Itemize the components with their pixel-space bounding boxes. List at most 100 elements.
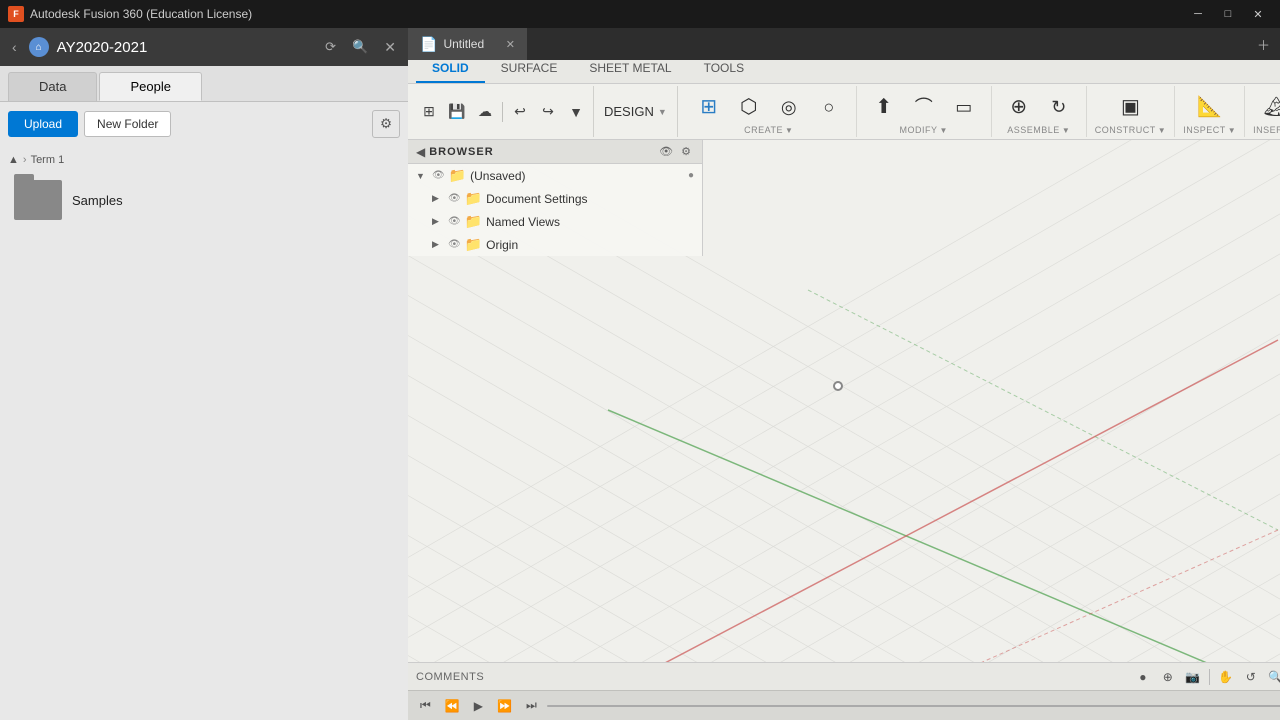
revolve-button[interactable]: ◎ [770, 95, 808, 119]
back-button[interactable]: ‹ [8, 37, 21, 57]
browser-document-item[interactable]: ▼ 👁 📁 (Unsaved) ● [408, 164, 702, 187]
action-row: Upload New Folder ⚙ [0, 102, 408, 146]
insert-label[interactable]: INSERT ▼ [1253, 125, 1280, 135]
motion-button[interactable]: ↻ [1040, 95, 1078, 119]
modify-label[interactable]: MODIFY ▼ [900, 125, 948, 135]
breadcrumb-current[interactable]: Term 1 [31, 154, 65, 166]
browser-collapse-button[interactable]: ◀ [416, 145, 425, 159]
fillet-button[interactable]: ⌒ [905, 95, 943, 119]
revolve-icon: ◎ [781, 98, 797, 116]
new-component-button[interactable]: ⊞ [690, 94, 728, 120]
document-tab[interactable]: 📄 Untitled ✕ [408, 28, 528, 60]
camera-move-button[interactable]: ⊕ [1157, 666, 1179, 688]
construct-group: ▣ CONSTRUCT ▼ [1087, 86, 1175, 137]
origin-expand[interactable]: ▶ [432, 239, 444, 250]
toolbar-tabs: SOLID SURFACE SHEET METAL TOOLS [408, 60, 1280, 84]
document-record-button[interactable]: ● [688, 170, 694, 181]
press-pull-icon: ⬆ [875, 97, 892, 117]
assemble-label[interactable]: ASSEMBLE ▼ [1007, 125, 1070, 135]
save-button[interactable]: 💾 [444, 99, 470, 125]
doc-settings-expand[interactable]: ▶ [432, 193, 444, 204]
create-label[interactable]: CREATE ▼ [744, 125, 793, 135]
project-name: AY2020-2021 [57, 39, 314, 56]
toolbar-main: ⊞ 💾 ☁ ↩ ↪ ▼ DESIGN ▼ ⊞ ⬡ [408, 84, 1280, 140]
create-buttons: ⊞ ⬡ ◎ ○ [690, 88, 848, 125]
doc-settings-visibility[interactable]: 👁 [448, 193, 461, 204]
timeline-first-button[interactable]: ⏮ [416, 696, 435, 715]
tab-sheet-metal[interactable]: SHEET METAL [573, 57, 687, 83]
tab-people[interactable]: People [99, 72, 201, 101]
timeline-play-button[interactable]: ▶ [470, 697, 487, 715]
search-button[interactable]: 🔍 [348, 37, 372, 57]
cloud-save-button[interactable]: ☁ [472, 99, 498, 125]
timeline-slider[interactable] [547, 705, 1280, 707]
document-name: (Unsaved) [470, 169, 684, 183]
named-views-expand[interactable]: ▶ [432, 216, 444, 227]
redo-button[interactable]: ↪ [535, 99, 561, 125]
close-panel-button[interactable]: ✕ [380, 37, 400, 58]
app-title: Autodesk Fusion 360 (Education License) [30, 7, 252, 21]
joint-button[interactable]: ⊕ [1000, 94, 1038, 120]
close-button[interactable]: ✕ [1244, 4, 1272, 24]
undo-button[interactable]: ↩ [507, 99, 533, 125]
folder-samples[interactable]: Samples [8, 174, 400, 226]
measure-button[interactable]: 📐 [1191, 94, 1229, 120]
separator1 [1209, 669, 1210, 685]
minimize-button[interactable]: ─ [1184, 4, 1212, 24]
timeline-prev-button[interactable]: ⏪ [441, 697, 464, 715]
construct-plane-button[interactable]: ▣ [1111, 94, 1149, 120]
expand-icon[interactable]: ▼ [416, 171, 428, 181]
viewport[interactable]: ◀ BROWSER 👁 ⚙ ▼ 👁 📁 (Unsaved) ● [408, 140, 1280, 662]
construct-buttons: ▣ [1111, 88, 1149, 125]
insert-mesh-button[interactable]: 🏔 [1257, 94, 1280, 120]
doc-tab-close[interactable]: ✕ [506, 38, 515, 51]
shell-button[interactable]: ▭ [945, 95, 983, 119]
more-button[interactable]: ▼ [563, 99, 589, 125]
tab-data[interactable]: Data [8, 72, 97, 101]
pan-button[interactable]: ✋ [1215, 666, 1237, 688]
browser-doc-settings[interactable]: ▶ 👁 📁 Document Settings [408, 187, 702, 210]
extrude-icon: ⬡ [740, 97, 757, 117]
grid-view-button[interactable]: ⊞ [416, 99, 442, 125]
timeline-next-button[interactable]: ⏩ [493, 697, 516, 715]
titlebar-left: F Autodesk Fusion 360 (Education License… [8, 6, 252, 22]
timeline-last-button[interactable]: ⏭ [522, 696, 541, 715]
extrude-button[interactable]: ⬡ [730, 94, 768, 120]
browser-origin[interactable]: ▶ 👁 📁 Origin [408, 233, 702, 256]
modify-buttons: ⬆ ⌒ ▭ [865, 88, 983, 125]
folder-name: Samples [72, 193, 123, 208]
doc-tab-title: Untitled [443, 37, 484, 51]
capture-button[interactable]: 📷 [1182, 666, 1204, 688]
sweep-button[interactable]: ○ [810, 95, 848, 119]
insert-group: 🏔 INSERT ▼ [1245, 86, 1280, 137]
separator [502, 102, 503, 122]
construct-plane-icon: ▣ [1121, 97, 1140, 117]
project-topbar: ‹ ⌂ AY2020-2021 ⟳ 🔍 ✕ [0, 28, 408, 66]
doc-tab-actions: ＋ ◷ ⚡ ? JT [1244, 28, 1280, 60]
tab-tools[interactable]: TOOLS [688, 57, 760, 83]
refresh-button[interactable]: ⟳ [321, 37, 340, 57]
record-button[interactable]: ● [1132, 666, 1154, 688]
press-pull-button[interactable]: ⬆ [865, 94, 903, 120]
browser-filter-button[interactable]: ⚙ [678, 144, 694, 159]
origin-visibility[interactable]: 👁 [448, 239, 461, 250]
home-icon[interactable]: ⌂ [29, 37, 49, 57]
zoom-button[interactable]: 🔍 [1265, 666, 1280, 688]
design-dropdown[interactable]: DESIGN ▼ [594, 86, 678, 137]
orbit-button[interactable]: ↺ [1240, 666, 1262, 688]
add-tab-button[interactable]: ＋ [1252, 33, 1275, 56]
browser-eye-button[interactable]: 👁 [656, 144, 676, 159]
new-folder-button[interactable]: New Folder [84, 111, 171, 137]
browser-named-views[interactable]: ▶ 👁 📁 Named Views [408, 210, 702, 233]
sweep-icon: ○ [823, 98, 834, 116]
tab-solid[interactable]: SOLID [416, 57, 485, 83]
breadcrumb-root[interactable]: ▲ [8, 154, 19, 166]
maximize-button[interactable]: □ [1214, 4, 1242, 24]
tab-surface[interactable]: SURFACE [485, 57, 574, 83]
visibility-icon[interactable]: 👁 [432, 170, 445, 181]
upload-button[interactable]: Upload [8, 111, 78, 137]
construct-label[interactable]: CONSTRUCT ▼ [1095, 125, 1166, 135]
inspect-label[interactable]: INSPECT ▼ [1183, 125, 1236, 135]
named-views-visibility[interactable]: 👁 [448, 216, 461, 227]
settings-button[interactable]: ⚙ [372, 110, 400, 138]
